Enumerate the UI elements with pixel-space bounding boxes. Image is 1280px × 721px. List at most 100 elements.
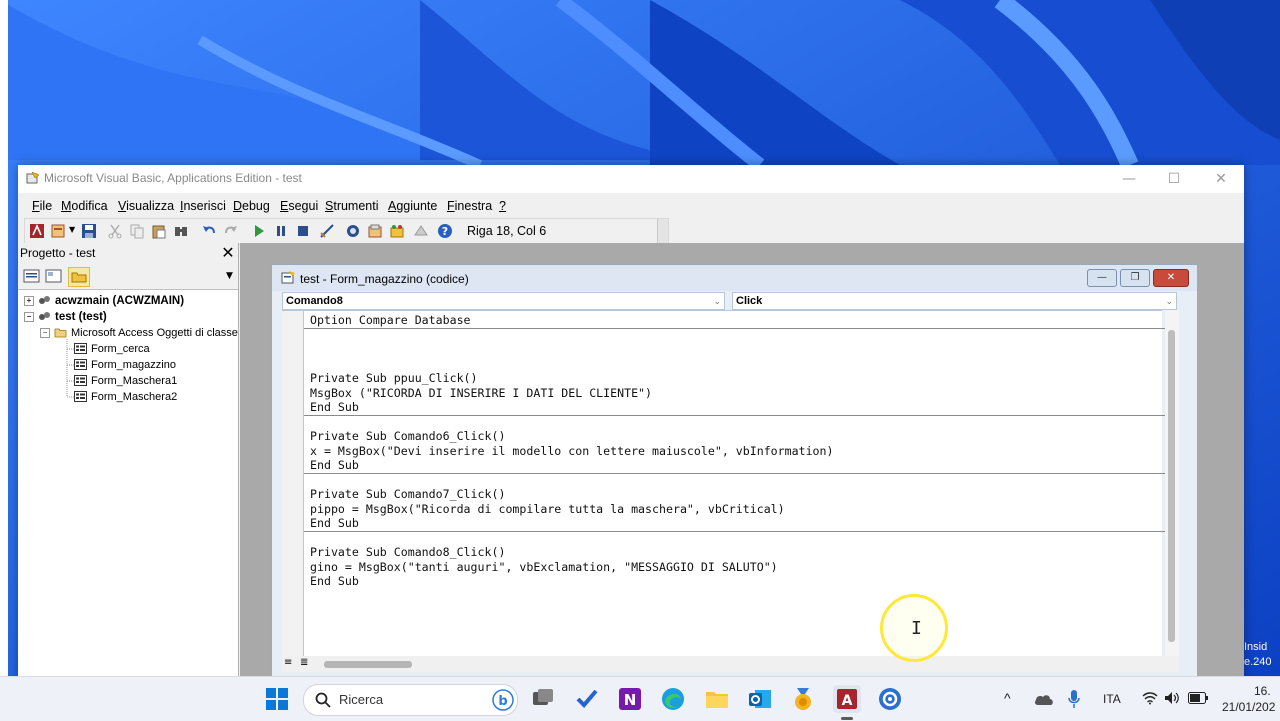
insert-module-icon[interactable]	[51, 223, 67, 239]
view-code-icon[interactable]	[22, 267, 42, 285]
object-combo[interactable]: Comando8 ⌄	[282, 292, 725, 310]
project-explorer-icon[interactable]	[345, 223, 361, 239]
settings-app-icon[interactable]	[876, 685, 904, 713]
code-window-close-button[interactable]: ✕	[1153, 269, 1189, 287]
battery-icon[interactable]	[1188, 692, 1208, 704]
menu-strumenti[interactable]: Strumenti	[325, 199, 379, 213]
onedrive-icon[interactable]	[1034, 692, 1054, 706]
insert-dropdown-arrow[interactable]: ▼	[69, 225, 75, 234]
badge-app-icon[interactable]	[789, 685, 817, 713]
full-module-view-icon[interactable]: ≣	[300, 657, 308, 668]
undo-icon[interactable]	[201, 223, 217, 239]
object-browser-icon[interactable]	[389, 223, 405, 239]
save-icon[interactable]	[81, 223, 97, 239]
procedure-view-icon[interactable]: ≡	[284, 657, 292, 668]
toggle-folders-icon[interactable]	[68, 267, 90, 287]
menu-bar: File Modifica Visualizza Inserisci Debug…	[18, 193, 1244, 219]
code-line[interactable]: End Sub	[310, 574, 359, 588]
reset-icon[interactable]	[295, 223, 311, 239]
vertical-scroll-thumb[interactable]	[1168, 330, 1175, 642]
menu-aggiunte[interactable]: Aggiunte	[388, 199, 437, 213]
procedure-combo[interactable]: Click ⌄	[732, 292, 1177, 310]
menu-finestra[interactable]: Finestra	[447, 199, 492, 213]
file-explorer-icon[interactable]	[703, 685, 731, 713]
bing-icon[interactable]: b	[492, 689, 514, 711]
todo-icon[interactable]	[573, 685, 601, 713]
code-window-title-bar[interactable]: test - Form_magazzino (codice) — ❐ ✕	[272, 265, 1197, 291]
code-line[interactable]: Option Compare Database	[310, 313, 471, 327]
microphone-icon[interactable]	[1068, 689, 1080, 709]
onenote-icon[interactable]: N	[616, 685, 644, 713]
help-icon[interactable]: ?	[437, 223, 453, 239]
design-mode-icon[interactable]	[319, 223, 335, 239]
expand-icon[interactable]: +	[24, 296, 34, 306]
code-line[interactable]: x = MsgBox("Devi inserire il modello con…	[310, 444, 834, 458]
horizontal-scroll-thumb[interactable]	[324, 661, 412, 668]
maximize-button[interactable]: ☐	[1159, 169, 1189, 189]
toolbox-icon[interactable]	[413, 223, 429, 239]
access-icon[interactable]	[29, 223, 45, 239]
language-indicator[interactable]: ITA	[1103, 692, 1121, 706]
start-icon[interactable]	[263, 685, 291, 713]
menu-help[interactable]: ?	[499, 199, 506, 213]
vertical-scrollbar[interactable]	[1165, 310, 1179, 656]
paste-icon[interactable]	[151, 223, 167, 239]
view-object-icon[interactable]	[44, 267, 64, 285]
code-line[interactable]: End Sub	[310, 400, 359, 414]
tree-item-form-cerca[interactable]: Form_cerca	[74, 341, 150, 357]
access-taskbar-icon[interactable]: A	[833, 685, 861, 713]
menu-modifica[interactable]: Modifica	[61, 199, 108, 213]
code-editor[interactable]: Option Compare Database Private Sub ppuu_…	[282, 310, 1170, 657]
redo-icon[interactable]	[223, 223, 239, 239]
menu-debug[interactable]: Debug	[233, 199, 270, 213]
cut-icon[interactable]	[107, 223, 123, 239]
code-line[interactable]: Private Sub ppuu_Click()	[310, 371, 478, 385]
collapse-icon[interactable]: −	[24, 312, 34, 322]
code-line[interactable]: Private Sub Comando8_Click()	[310, 545, 505, 559]
chevron-down-icon[interactable]: ⌄	[713, 293, 721, 309]
outlook-icon[interactable]	[746, 685, 774, 713]
run-icon[interactable]	[251, 223, 267, 239]
volume-icon[interactable]	[1164, 691, 1180, 705]
pane-toolbar-dropdown[interactable]: ▼	[226, 271, 233, 281]
task-view-icon[interactable]	[529, 685, 557, 713]
code-line[interactable]: pippo = MsgBox("Ricorda di compilare tut…	[310, 502, 785, 516]
code-window-minimize-button[interactable]: —	[1087, 269, 1117, 287]
tree-item-form-maschera2[interactable]: Form_Maschera2	[74, 389, 177, 405]
properties-icon[interactable]	[367, 223, 383, 239]
title-bar[interactable]: Microsoft Visual Basic, Applications Edi…	[18, 165, 1244, 193]
code-line[interactable]: End Sub	[310, 516, 359, 530]
code-line[interactable]: Private Sub Comando6_Click()	[310, 429, 505, 443]
code-line[interactable]: Private Sub Comando7_Click()	[310, 487, 505, 501]
menu-visualizza[interactable]: Visualizza	[118, 199, 174, 213]
code-line[interactable]: End Sub	[310, 458, 359, 472]
tree-item-class-objects[interactable]: − Microsoft Access Oggetti di classe	[40, 325, 238, 341]
chevron-down-icon[interactable]: ⌄	[1165, 293, 1173, 309]
copy-icon[interactable]	[129, 223, 145, 239]
menu-esegui[interactable]: Esegui	[280, 199, 318, 213]
tree-item-test[interactable]: − test (test)	[24, 309, 107, 325]
horizontal-scrollbar[interactable]: ≡ ≣	[282, 656, 1179, 672]
edge-icon[interactable]	[659, 685, 687, 713]
collapse-icon[interactable]: −	[40, 328, 50, 338]
clock-time[interactable]: 16.	[1254, 684, 1271, 698]
tree-item-form-magazzino[interactable]: Form_magazzino	[74, 357, 176, 373]
tree-item-acwzmain[interactable]: + acwzmain (ACWZMAIN)	[24, 293, 184, 309]
project-pane-close-button[interactable]: ✕	[219, 244, 237, 262]
code-window-restore-button[interactable]: ❐	[1120, 269, 1150, 287]
taskbar-search[interactable]: Ricerca b	[303, 684, 518, 716]
toolbar-grip[interactable]	[657, 219, 668, 244]
find-icon[interactable]	[173, 223, 189, 239]
code-margin[interactable]	[282, 311, 304, 657]
close-button[interactable]: ✕	[1206, 169, 1236, 189]
tray-chevron-up-icon[interactable]: ^	[1004, 690, 1011, 706]
clock-date[interactable]: 21/01/202	[1222, 700, 1275, 714]
menu-inserisci[interactable]: Inserisci	[180, 199, 226, 213]
code-line[interactable]: MsgBox ("RICORDA DI INSERIRE I DATI DEL …	[310, 386, 652, 400]
tree-item-form-maschera1[interactable]: Form_Maschera1	[74, 373, 177, 389]
pause-icon[interactable]	[273, 223, 289, 239]
menu-file[interactable]: File	[32, 199, 52, 213]
minimize-button[interactable]: —	[1114, 169, 1144, 189]
code-line[interactable]: gino = MsgBox("tanti auguri", vbExclamat…	[310, 560, 778, 574]
wifi-icon[interactable]	[1142, 691, 1158, 705]
